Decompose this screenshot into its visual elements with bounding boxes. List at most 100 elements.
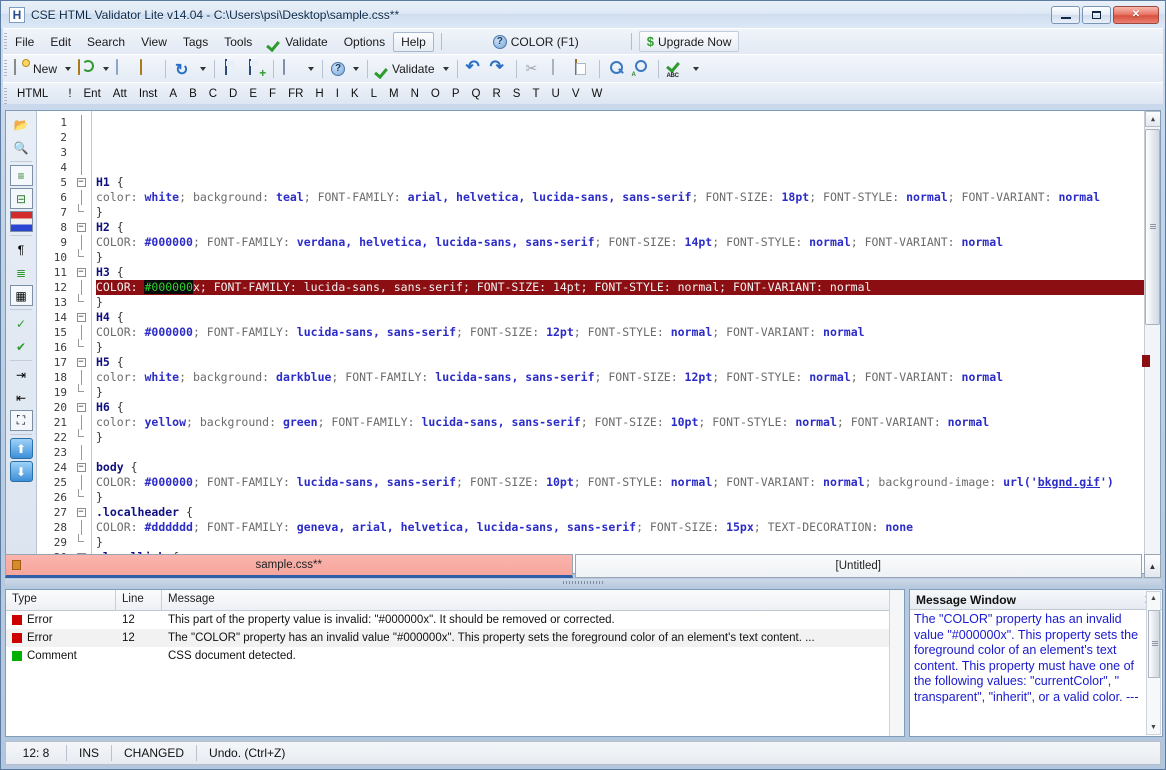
table-row[interactable]: Error 12 The "COLOR" property has an inval… — [6, 629, 904, 647]
fold-marker[interactable]: − — [71, 175, 91, 190]
new-dropdown-button[interactable] — [60, 65, 74, 73]
msg-scroll-down-arrow[interactable]: ▼ — [1147, 721, 1160, 734]
code-line[interactable] — [96, 115, 1160, 130]
tag-button-c[interactable]: C — [203, 87, 223, 101]
tab-scroll-up-button[interactable]: ▲ — [1144, 554, 1161, 578]
code-line[interactable]: color: yellow; background: green; FONT-F… — [96, 415, 1160, 430]
column-header-type[interactable]: Type — [6, 590, 116, 610]
code-line[interactable]: } — [96, 205, 1160, 220]
tag-button-inst[interactable]: Inst — [133, 87, 164, 101]
code-line[interactable]: color: white; background: darkblue; FONT… — [96, 370, 1160, 385]
tag-button-b[interactable]: B — [183, 87, 203, 101]
tag-button-html[interactable]: HTML — [11, 87, 54, 101]
fold-marker[interactable] — [71, 325, 91, 340]
color-help-button[interactable]: ? COLOR (F1) — [485, 32, 587, 52]
code-line[interactable]: H2 { — [96, 220, 1160, 235]
maximize-button[interactable] — [1082, 6, 1111, 24]
fold-marker[interactable] — [71, 415, 91, 430]
message-window-scrollbar[interactable]: ▲ ▼ — [1146, 591, 1161, 735]
fold-marker[interactable]: − — [71, 220, 91, 235]
code-line[interactable]: COLOR: #000000; FONT-FAMILY: lucida-sans… — [96, 325, 1160, 340]
tag-button-o[interactable]: O — [425, 87, 446, 101]
menu-file[interactable]: File — [7, 32, 42, 52]
code-line[interactable]: } — [96, 490, 1160, 505]
fold-marker[interactable] — [71, 190, 91, 205]
msg-scrollbar-thumb[interactable] — [1148, 610, 1160, 678]
menu-search[interactable]: Search — [79, 32, 133, 52]
column-header-line[interactable]: Line — [116, 590, 162, 610]
redo-button[interactable] — [487, 58, 511, 79]
fold-marker[interactable] — [71, 115, 91, 130]
fullscreen-icon[interactable]: ⛶ — [10, 410, 33, 431]
align-lines-icon[interactable]: ≣ — [10, 262, 33, 283]
code-line[interactable]: COLOR: #000000; FONT-FAMILY: verdana, he… — [96, 235, 1160, 250]
menu-help[interactable]: Help — [393, 32, 434, 52]
save-button[interactable] — [220, 58, 244, 79]
reload-dropdown-button[interactable] — [195, 65, 209, 73]
code-line[interactable]: } — [96, 430, 1160, 445]
spellcheck-abc-icon[interactable]: ✓ — [10, 313, 33, 334]
fold-marker[interactable]: − — [71, 310, 91, 325]
fold-marker[interactable] — [71, 340, 91, 355]
scrollbar-thumb[interactable] — [1145, 129, 1160, 325]
tag-button-n[interactable]: N — [405, 87, 425, 101]
menu-view[interactable]: View — [133, 32, 175, 52]
tag-button-w[interactable]: W — [585, 87, 608, 101]
fold-marker[interactable] — [71, 205, 91, 220]
tab-sample-css[interactable]: sample.css** — [5, 554, 573, 578]
tag-button-t[interactable]: T — [526, 87, 545, 101]
code-line[interactable]: } — [96, 295, 1160, 310]
menu-tags[interactable]: Tags — [175, 32, 216, 52]
tag-button-d[interactable]: D — [223, 87, 243, 101]
tag-button-q[interactable]: Q — [466, 87, 487, 101]
indent-guides-icon[interactable]: ⊟ — [10, 188, 33, 209]
fold-marker[interactable]: − — [71, 355, 91, 370]
fold-marker[interactable] — [71, 370, 91, 385]
replace-button[interactable] — [629, 58, 653, 79]
code-line[interactable]: H3 { — [96, 265, 1160, 280]
code-line[interactable]: COLOR: #dddddd; FONT-FAMILY: geneva, ari… — [96, 520, 1160, 535]
table-icon[interactable]: ▦ — [10, 285, 33, 306]
tag-button-p[interactable]: P — [446, 87, 466, 101]
editor-vertical-scrollbar[interactable]: ▲ ▼ — [1144, 111, 1160, 573]
tab-untitled[interactable]: [Untitled] — [575, 554, 1143, 578]
line-numbers-icon[interactable]: ≡ — [10, 165, 33, 186]
fold-marker[interactable]: − — [71, 400, 91, 415]
spellcheck-button[interactable] — [664, 58, 688, 79]
code-line[interactable]: .localheader { — [96, 505, 1160, 520]
scroll-up-arrow[interactable]: ▲ — [1145, 111, 1160, 127]
code-line[interactable]: H1 { — [96, 175, 1160, 190]
open-document-icon[interactable]: 📂 — [10, 114, 33, 135]
validate-dropdown-button[interactable] — [438, 65, 452, 73]
tag-button-h[interactable]: H — [309, 87, 329, 101]
scroll-down-icon[interactable]: ⬇ — [10, 461, 33, 482]
fold-marker[interactable] — [71, 520, 91, 535]
code-line[interactable]: COLOR: #000000; FONT-FAMILY: lucida-sans… — [96, 475, 1160, 490]
code-line[interactable]: } — [96, 250, 1160, 265]
code-folding-gutter[interactable]: −−−−−−−−− — [71, 111, 91, 573]
table-row[interactable]: Error 12 This part of the property value i… — [6, 611, 904, 629]
fold-marker[interactable] — [71, 235, 91, 250]
help-button[interactable]: ? — [328, 60, 348, 78]
upgrade-now-button[interactable]: $ Upgrade Now — [639, 31, 740, 52]
paste-button[interactable] — [570, 58, 594, 79]
tag-button-f[interactable]: F — [263, 87, 282, 101]
tag-button-![interactable]: ! — [62, 87, 77, 101]
code-line[interactable]: } — [96, 385, 1160, 400]
code-line[interactable] — [96, 130, 1160, 145]
tag-button-e[interactable]: E — [243, 87, 263, 101]
validate-button[interactable]: Validate — [373, 60, 437, 78]
new-button[interactable]: New — [9, 58, 60, 79]
print-dropdown-button[interactable] — [303, 65, 317, 73]
column-header-message[interactable]: Message — [162, 590, 904, 610]
fold-marker[interactable] — [71, 130, 91, 145]
code-line[interactable] — [96, 445, 1160, 460]
fold-marker[interactable]: − — [71, 265, 91, 280]
fold-marker[interactable]: − — [71, 505, 91, 520]
fold-marker[interactable] — [71, 490, 91, 505]
fold-marker[interactable] — [71, 160, 91, 175]
fold-marker[interactable] — [71, 475, 91, 490]
msg-scroll-up-arrow[interactable]: ▲ — [1147, 592, 1160, 605]
fold-marker[interactable] — [71, 430, 91, 445]
fold-marker[interactable] — [71, 250, 91, 265]
